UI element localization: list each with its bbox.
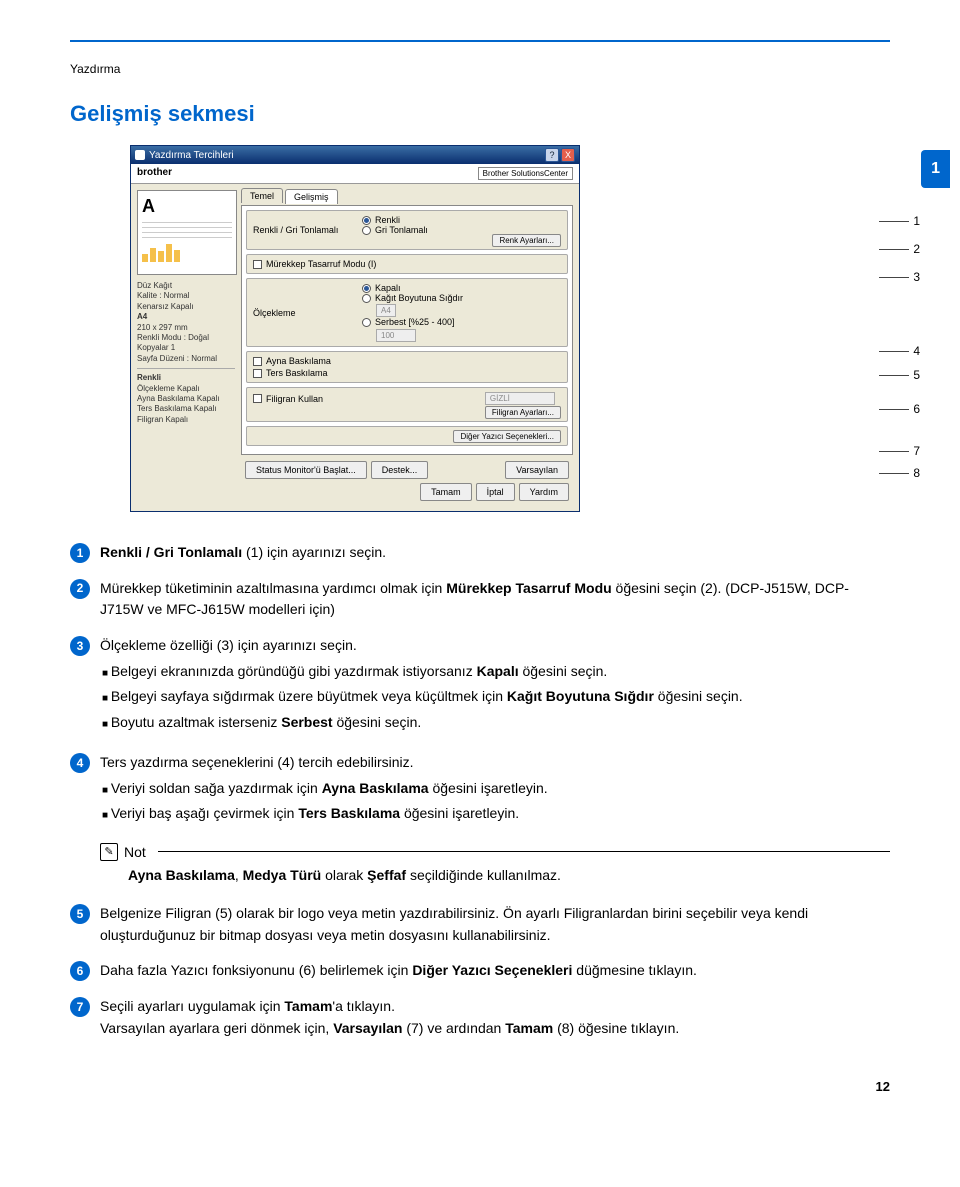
- bullet-7: 7: [70, 997, 90, 1017]
- dialog-bottom-buttons: Status Monitor'ü Başlat... Destek... Var…: [241, 455, 573, 483]
- group-color: Renkli / Gri Tonlamalı Renkli Gri Tonlam…: [246, 210, 568, 250]
- summary-text: Düz Kağıt Kalite : Normal Kenarsız Kapal…: [137, 281, 235, 425]
- group-watermark: Filigran Kullan GİZLİ Filigran Ayarları.…: [246, 387, 568, 422]
- chapter-label: Yazdırma: [70, 62, 890, 76]
- tab-advanced[interactable]: Gelişmiş: [285, 189, 338, 204]
- radio-color[interactable]: Renkli: [362, 215, 561, 225]
- check-reverse[interactable]: Ters Baskılama: [253, 368, 561, 378]
- group-scaling: Ölçekleme Kapalı Kağıt Boyutuna Sığdır A…: [246, 278, 568, 347]
- page-preview: A: [137, 190, 237, 275]
- brand-row: brother Brother SolutionsCenter: [131, 164, 579, 184]
- side-page-badge: 1: [921, 150, 950, 188]
- preview-letter: A: [142, 196, 155, 216]
- bullet-5: 5: [70, 904, 90, 924]
- cancel-button[interactable]: İptal: [476, 483, 515, 501]
- free-scale-spinner: 100: [376, 329, 416, 342]
- group-inksave: Mürekkep Tasarruf Modu (I): [246, 254, 568, 274]
- default-button[interactable]: Varsayılan: [505, 461, 569, 479]
- numbered-instructions-cont: 5 Belgenize Filigran (5) olarak bir logo…: [70, 903, 890, 1039]
- scaling-label: Ölçekleme: [253, 308, 358, 318]
- solutions-center-link[interactable]: Brother SolutionsCenter: [478, 167, 573, 180]
- color-label: Renkli / Gri Tonlamalı: [253, 225, 358, 235]
- brand-logo: brother: [137, 167, 172, 180]
- group-other: Diğer Yazıcı Seçenekleri...: [246, 426, 568, 446]
- dialog-title: Yazdırma Tercihleri: [149, 150, 234, 161]
- section-title: Gelişmiş sekmesi: [70, 101, 890, 127]
- bullet-3: 3: [70, 636, 90, 656]
- check-inksave[interactable]: Mürekkep Tasarruf Modu (I): [253, 259, 557, 269]
- watermark-select: GİZLİ: [485, 392, 555, 405]
- top-rule: [70, 40, 890, 42]
- numbered-instructions: 1 Renkli / Gri Tonlamalı (1) için ayarın…: [70, 542, 890, 829]
- note-block: ✎ Not Ayna Baskılama, Medya Türü olarak …: [100, 843, 890, 883]
- color-settings-button[interactable]: Renk Ayarları...: [492, 234, 561, 247]
- check-mirror[interactable]: Ayna Baskılama: [253, 356, 561, 366]
- tab-basic[interactable]: Temel: [241, 188, 283, 203]
- group-mirror: Ayna Baskılama Ters Baskılama: [246, 351, 568, 383]
- callout-numbers: 1 2 3 4 5 6 7 8: [879, 197, 920, 487]
- close-button[interactable]: X: [561, 148, 575, 162]
- check-watermark[interactable]: Filigran Kullan: [253, 394, 481, 404]
- dialog-titlebar: Yazdırma Tercihleri ? X: [131, 146, 579, 164]
- fit-paper-select: A4: [376, 304, 396, 317]
- preview-column: A Düz Kağıt Kalite : Normal Kenarsız Kap…: [131, 184, 241, 511]
- start-status-monitor-button[interactable]: Status Monitor'ü Başlat...: [245, 461, 367, 479]
- advanced-panel: Renkli / Gri Tonlamalı Renkli Gri Tonlam…: [241, 205, 573, 455]
- dialog-figure: Yazdırma Tercihleri ? X brother Brother …: [130, 145, 890, 512]
- dialog-app-icon: [135, 150, 145, 160]
- bullet-2: 2: [70, 579, 90, 599]
- note-label: Not: [124, 844, 146, 860]
- bullet-6: 6: [70, 961, 90, 981]
- help-button-bottom[interactable]: Yardım: [519, 483, 569, 501]
- bullet-1: 1: [70, 543, 90, 563]
- page-number: 12: [70, 1079, 890, 1094]
- note-icon: ✎: [100, 843, 118, 861]
- dialog-ok-row: Tamam İptal Yardım: [241, 483, 573, 505]
- radio-scale-free[interactable]: Serbest [%25 - 400]: [362, 317, 561, 327]
- bullet-4: 4: [70, 753, 90, 773]
- support-button[interactable]: Destek...: [371, 461, 429, 479]
- other-printer-options-button[interactable]: Diğer Yazıcı Seçenekleri...: [453, 430, 561, 443]
- radio-scale-off[interactable]: Kapalı: [362, 283, 561, 293]
- ok-button[interactable]: Tamam: [420, 483, 472, 501]
- watermark-settings-button[interactable]: Filigran Ayarları...: [485, 406, 561, 419]
- print-prefs-dialog: Yazdırma Tercihleri ? X brother Brother …: [130, 145, 580, 512]
- help-button[interactable]: ?: [545, 148, 559, 162]
- radio-scale-fit[interactable]: Kağıt Boyutuna Sığdır: [362, 293, 561, 303]
